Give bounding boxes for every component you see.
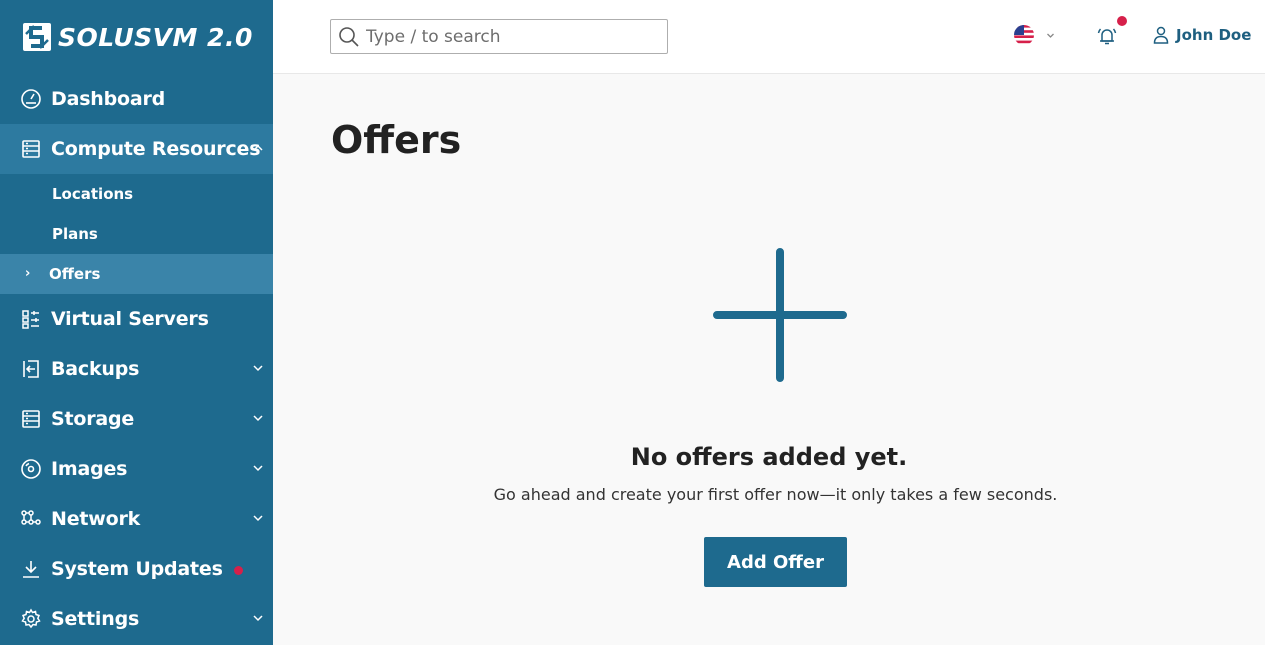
search-input[interactable] xyxy=(366,26,646,47)
sidebar-item-label: Backups xyxy=(51,358,140,380)
us-flag-icon xyxy=(1014,25,1034,45)
bell-icon[interactable] xyxy=(1095,24,1119,48)
chevron-down-icon xyxy=(253,515,263,522)
sidebar-item-label: Dashboard xyxy=(51,88,166,110)
top-header: John Doe xyxy=(273,0,1265,74)
sidebar-item-network[interactable]: Network xyxy=(0,494,273,544)
sidebar-item-storage[interactable]: Storage xyxy=(0,394,273,444)
update-alert-dot xyxy=(233,565,243,575)
sidebar-item-label: Images xyxy=(51,458,128,480)
sidebar-item-settings[interactable]: Settings xyxy=(0,594,273,644)
chevron-down-icon xyxy=(253,365,263,372)
sidebar-subitem-offers[interactable]: › Offers xyxy=(0,254,273,294)
sidebar-subitem-label: Locations xyxy=(52,185,134,203)
images-disc-icon xyxy=(20,458,42,480)
download-icon xyxy=(20,558,42,580)
sidebar-item-compute-resources[interactable]: Compute Resources xyxy=(0,124,273,174)
sidebar-item-label: System Updates xyxy=(51,558,223,580)
user-menu[interactable]: John Doe xyxy=(1153,26,1251,44)
sidebar-item-label: Settings xyxy=(51,608,140,630)
sidebar-item-label: Compute Resources xyxy=(51,138,261,160)
virtual-servers-icon xyxy=(20,308,42,330)
compute-resources-icon xyxy=(20,138,42,160)
sidebar-subitem-label: Plans xyxy=(52,225,98,243)
plus-icon xyxy=(713,248,847,382)
storage-icon xyxy=(20,408,42,430)
logo[interactable]: SOLUSVM 2.0 xyxy=(0,0,273,74)
chevron-down-icon xyxy=(253,615,263,622)
sidebar-item-label: Virtual Servers xyxy=(51,308,209,330)
dashboard-gauge-icon xyxy=(20,88,42,110)
user-icon xyxy=(1153,26,1169,44)
search-icon xyxy=(339,26,359,47)
logo-text: SOLUSVM 2.0 xyxy=(58,22,253,52)
sidebar-subitem-locations[interactable]: Locations xyxy=(0,174,273,214)
chevron-down-icon xyxy=(253,415,263,422)
sidebar: SOLUSVM 2.0 Dashboard Compute Resources … xyxy=(0,0,273,645)
sidebar-item-dashboard[interactable]: Dashboard xyxy=(0,74,273,124)
sidebar-item-images[interactable]: Images xyxy=(0,444,273,494)
language-selector[interactable] xyxy=(1013,24,1055,46)
sidebar-item-system-updates[interactable]: System Updates xyxy=(0,544,273,594)
chevron-up-icon xyxy=(253,144,263,151)
chevron-down-icon xyxy=(253,465,263,472)
sidebar-item-virtual-servers[interactable]: Virtual Servers xyxy=(0,294,273,344)
search-box[interactable] xyxy=(330,19,668,54)
solusvm-logo-icon xyxy=(23,23,51,51)
chevron-down-icon xyxy=(1047,33,1054,38)
sidebar-item-label: Storage xyxy=(51,408,135,430)
gear-icon xyxy=(20,608,42,630)
chevron-right-icon: › xyxy=(25,266,31,281)
sidebar-subitem-plans[interactable]: Plans xyxy=(0,214,273,254)
page-title: Offers xyxy=(331,118,462,162)
user-name: John Doe xyxy=(1176,26,1252,44)
sidebar-item-backups[interactable]: Backups xyxy=(0,344,273,394)
empty-state-description: Go ahead and create your first offer now… xyxy=(493,485,1058,504)
backups-icon xyxy=(20,358,42,380)
notification-badge xyxy=(1117,16,1127,26)
network-icon xyxy=(20,508,42,530)
empty-state-title: No offers added yet. xyxy=(630,443,908,471)
sidebar-subitem-label: Offers xyxy=(49,265,101,283)
sidebar-item-label: Network xyxy=(51,508,141,530)
add-offer-button[interactable]: Add Offer xyxy=(704,537,847,587)
